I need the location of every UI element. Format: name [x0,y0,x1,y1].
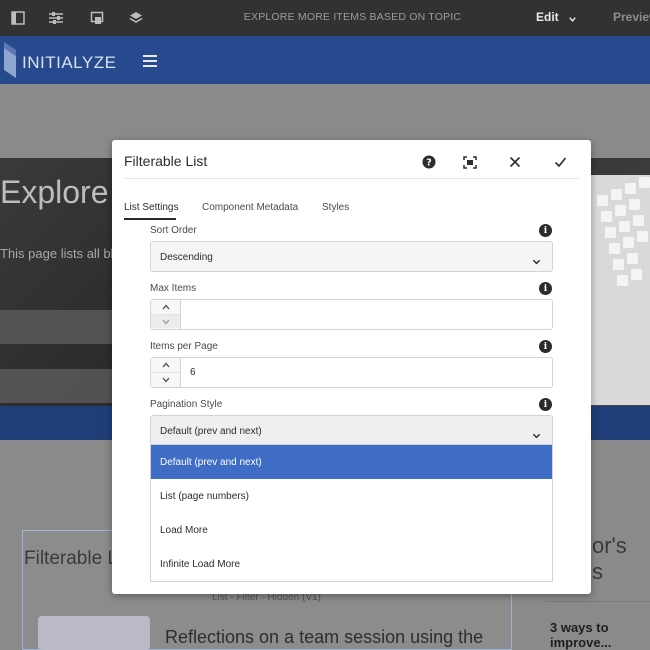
info-icon[interactable]: i [539,398,552,411]
article-thumbnail [38,616,150,650]
component-title: Filterable L [24,548,118,569]
items-per-page-input[interactable]: 6 [190,367,196,378]
sidebar-divider [546,601,650,602]
max-items-stepper[interactable] [150,299,553,330]
option-infinite-load-more[interactable]: Infinite Load More [151,547,552,581]
hero-subtitle: This page lists all bl [0,246,114,261]
chevron-up-icon[interactable] [151,358,180,372]
chevron-down-icon[interactable] [151,372,180,386]
info-icon[interactable]: i [539,340,552,353]
pagination-style-value: Default (prev and next) [160,426,262,437]
info-icon[interactable]: i [539,282,552,295]
help-icon[interactable]: ? [420,153,438,171]
pagination-style-select[interactable]: Default (prev and next) [150,415,553,446]
chevron-down-icon[interactable] [568,11,577,29]
mode-selector[interactable]: Edit [536,10,559,24]
article-title[interactable]: Reflections on a team session using the [165,627,483,648]
option-list-page-numbers[interactable]: List (page numbers) [151,479,552,513]
active-tab-indicator [124,218,176,220]
hero-stripe [0,369,112,403]
dialog-title: Filterable List [124,153,208,169]
page-icon[interactable] [88,9,106,27]
fullscreen-icon[interactable] [461,153,479,171]
keyboard-image [591,175,650,405]
preview-button[interactable]: Preview [613,10,650,24]
option-default-prev-next[interactable]: Default (prev and next) [151,445,552,479]
chevron-down-icon [532,253,541,271]
checkmark-icon[interactable] [551,153,569,171]
sort-order-select[interactable]: Descending [150,241,553,272]
page-title: EXPLORE MORE ITEMS BASED ON TOPIC [243,11,462,23]
sort-order-value: Descending [160,252,213,263]
side-panel-icon[interactable] [9,9,27,27]
svg-text:?: ? [426,158,432,169]
chevron-down-icon [532,427,541,445]
max-items-label: Max Items [150,283,197,294]
hamburger-menu-icon[interactable] [143,55,157,67]
hero-stripe [0,310,112,344]
tab-component-metadata[interactable]: Component Metadata [202,202,298,213]
tab-styles[interactable]: Styles [322,202,349,213]
filterable-list-dialog: Filterable List ? List Settings Componen… [112,140,591,594]
stepper-buttons [151,300,181,329]
layers-icon[interactable] [127,9,145,27]
logo[interactable]: INITIALYZE [22,53,116,73]
option-load-more[interactable]: Load More [151,513,552,547]
info-icon[interactable]: i [539,224,552,237]
close-icon[interactable] [506,153,524,171]
tab-list-settings[interactable]: List Settings [124,202,178,213]
pagination-style-options: Default (prev and next) List (page numbe… [150,444,553,582]
pagination-style-label: Pagination Style [150,399,223,410]
chevron-down-icon[interactable] [151,314,180,328]
editor-toolbar: EXPLORE MORE ITEMS BASED ON TOPIC Edit P… [0,0,650,36]
sort-order-label: Sort Order [150,225,197,236]
logo-mark-icon [4,42,18,83]
stepper-buttons [151,358,181,387]
dialog-divider [124,178,579,179]
chevron-up-icon[interactable] [151,300,180,314]
sidebar-title: or's s [592,533,627,584]
properties-icon[interactable] [47,9,65,27]
sidebar-article[interactable]: 3 ways to improve... [550,620,650,650]
items-per-page-stepper[interactable]: 6 [150,357,553,388]
items-per-page-label: Items per Page [150,341,218,352]
